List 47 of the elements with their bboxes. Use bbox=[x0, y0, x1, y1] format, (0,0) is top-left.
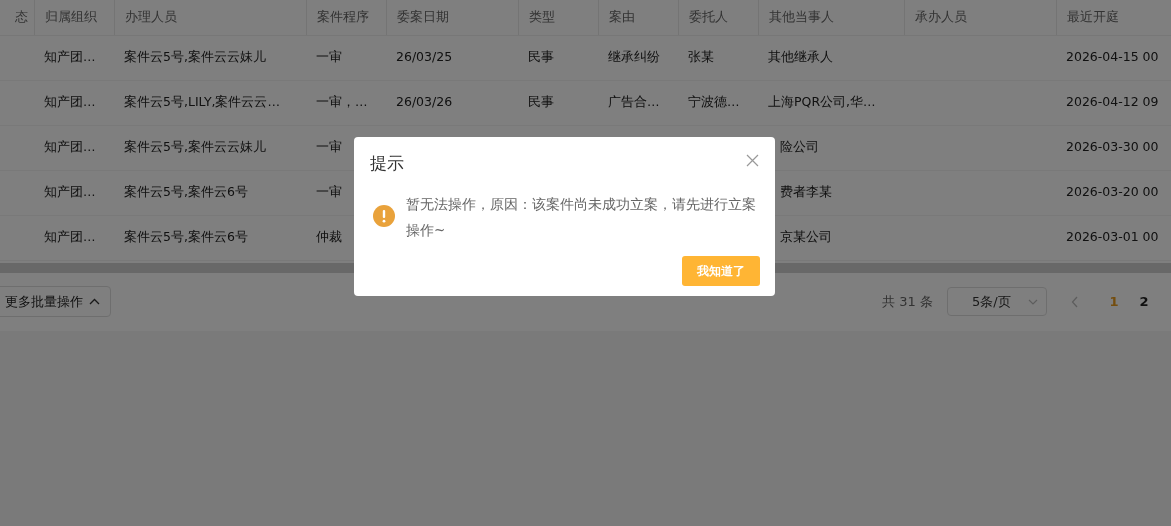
table-cell: 26/03/25 bbox=[396, 49, 453, 65]
table-cell: 宁波德… bbox=[688, 94, 740, 110]
table-cell: 26/03/26 bbox=[396, 94, 453, 110]
column-header: 归属组织 bbox=[44, 8, 97, 24]
column-header: 委托人 bbox=[688, 8, 728, 24]
table-cell: 继承纠纷 bbox=[608, 49, 660, 65]
table-cell: 2026-03-30 00 bbox=[1066, 139, 1159, 155]
table-cell: 京某公司 bbox=[780, 229, 832, 245]
table-cell: 费者李某 bbox=[780, 184, 832, 200]
column-header: 态 bbox=[14, 8, 28, 24]
dialog-title: 提示 bbox=[370, 152, 404, 175]
dialog-message: 暂无法操作，原因：该案件尚未成功立案，请先进行立案操作~ bbox=[406, 195, 757, 240]
table-cell: 一审 bbox=[316, 184, 342, 200]
table-cell: 张某 bbox=[688, 49, 714, 65]
column-header: 其他当事人 bbox=[768, 8, 834, 24]
table-cell: 案件云5号,案件云云妹儿 bbox=[124, 49, 266, 65]
table-cell: 2026-03-01 00 bbox=[1066, 229, 1159, 245]
table-cell: 2026-04-15 00 bbox=[1066, 49, 1159, 65]
column-header: 案由 bbox=[608, 8, 635, 24]
column-header: 类型 bbox=[528, 8, 555, 24]
table-cell: 广告合… bbox=[608, 94, 660, 110]
table-cell: 仲裁 bbox=[316, 229, 342, 245]
column-header: 委案日期 bbox=[396, 8, 449, 24]
table-cell: 知产团… bbox=[44, 184, 96, 200]
table-cell: 知产团… bbox=[44, 139, 96, 155]
table-cell: 一审 bbox=[316, 139, 342, 155]
table-cell: 案件云5号,案件云云妹儿 bbox=[124, 139, 266, 155]
table-cell: 其他继承人 bbox=[768, 49, 833, 65]
table-cell: 一审，… bbox=[316, 94, 368, 110]
table-cell: 上海PQR公司,华… bbox=[768, 94, 876, 110]
table-cell: 一审 bbox=[316, 49, 342, 65]
table-cell: 案件云5号,LILY,案件云云… bbox=[124, 94, 280, 110]
table-cell: 知产团… bbox=[44, 229, 96, 245]
table-cell: 民事 bbox=[528, 94, 554, 110]
table-cell: 案件云5号,案件云6号 bbox=[124, 184, 248, 200]
column-header: 案件程序 bbox=[316, 8, 369, 24]
total-count: 共 31 条 bbox=[882, 292, 933, 311]
column-header: 承办人员 bbox=[914, 8, 967, 24]
table-cell: 险公司 bbox=[780, 139, 819, 155]
table-cell: 知产团… bbox=[44, 49, 96, 65]
table-cell: 民事 bbox=[528, 49, 554, 65]
table-cell: 2026-04-12 09 bbox=[1066, 94, 1159, 110]
table-cell: 知产团… bbox=[44, 94, 96, 110]
column-header: 最近开庭 bbox=[1066, 8, 1119, 24]
column-header: 办理人员 bbox=[124, 8, 177, 24]
table-cell: 案件云5号,案件云6号 bbox=[124, 229, 248, 245]
table-cell: 2026-03-20 00 bbox=[1066, 184, 1159, 200]
